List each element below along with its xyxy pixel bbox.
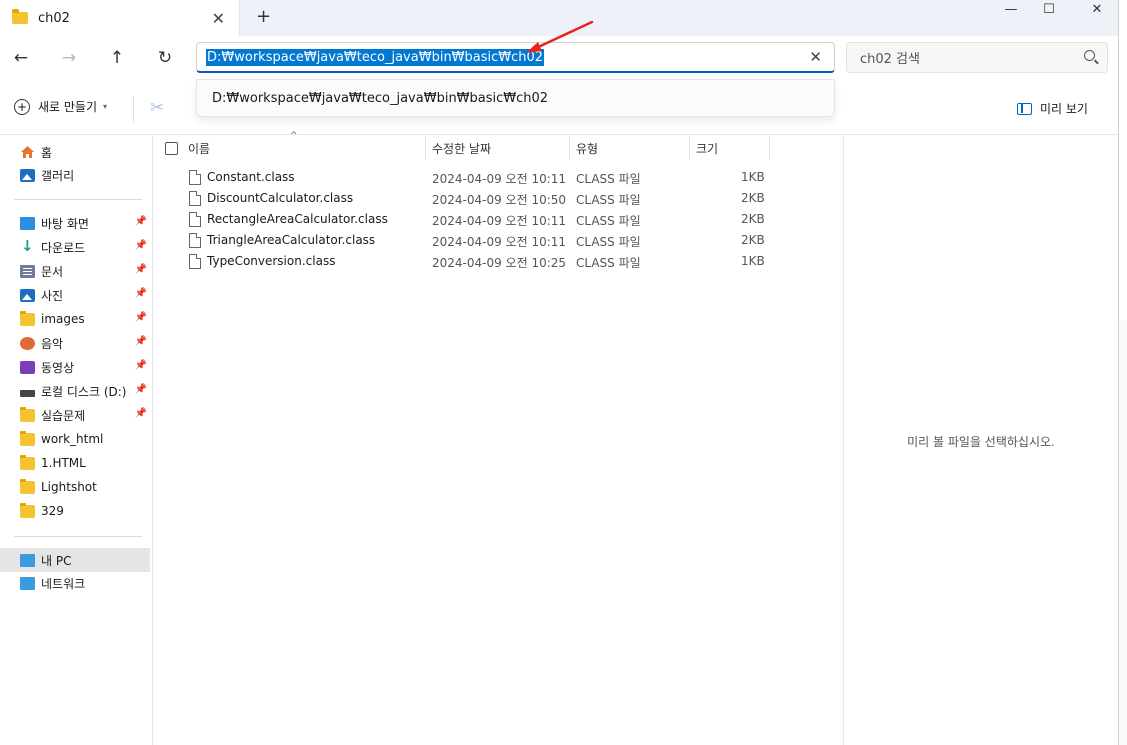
sidebar-divider (14, 199, 142, 200)
toolbar-divider (133, 96, 134, 122)
preview-pane: 미리 볼 파일을 선택하십시오. (843, 136, 1118, 745)
sidebar-item-network[interactable]: 네트워크 (0, 571, 150, 595)
sidebar-item-downloads[interactable]: 다운로드 📌 (0, 235, 150, 259)
refresh-button[interactable]: ↻ (151, 44, 179, 72)
background-window-panel (1119, 320, 1127, 745)
tab-ch02[interactable]: ch02 ✕ (0, 0, 240, 36)
sidebar-item-work-html[interactable]: work_html (0, 427, 150, 451)
file-icon (189, 233, 201, 248)
folder-icon (12, 9, 28, 24)
file-row[interactable]: TypeConversion.class 2024-04-09 오전 10:25… (153, 251, 843, 272)
preview-pane-icon (1017, 102, 1032, 115)
folder-icon (20, 502, 35, 518)
forward-button[interactable]: → (55, 44, 83, 72)
folder-icon (20, 478, 35, 494)
column-divider[interactable] (569, 136, 570, 160)
column-divider[interactable] (769, 136, 770, 160)
sidebar-item-desktop[interactable]: 바탕 화면 📌 (0, 211, 150, 235)
pin-icon[interactable]: 📌 (135, 288, 147, 299)
sidebar-item-music[interactable]: 음악 📌 (0, 331, 150, 355)
sidebar-item-pictures[interactable]: 사진 📌 (0, 283, 150, 307)
sidebar-item-1-html[interactable]: 1.HTML (0, 451, 150, 475)
new-tab-button[interactable]: + (256, 6, 271, 27)
sidebar-item-documents[interactable]: 문서 📌 (0, 259, 150, 283)
sidebar-item-329[interactable]: 329 (0, 499, 150, 523)
close-tab-icon[interactable]: ✕ (212, 9, 225, 28)
file-icon (189, 254, 201, 269)
search-input[interactable]: ch02 검색 (846, 42, 1108, 73)
back-button[interactable]: ← (7, 44, 35, 72)
background-window-edge (1118, 0, 1127, 745)
new-button[interactable]: + 새로 만들기 ▾ (14, 98, 107, 115)
cut-icon[interactable]: ✂ (150, 98, 164, 118)
pin-icon[interactable]: 📌 (135, 384, 147, 395)
sidebar-divider (14, 536, 142, 537)
search-icon (1084, 50, 1095, 61)
column-divider[interactable] (425, 136, 426, 160)
file-icon (189, 191, 201, 206)
sidebar-item-local-disk-d[interactable]: 로컬 디스크 (D:) 📌 (0, 379, 150, 403)
pin-icon[interactable]: 📌 (135, 216, 147, 227)
sidebar-item-practice[interactable]: 실습문제 📌 (0, 403, 150, 427)
folder-icon (20, 406, 35, 422)
chevron-down-icon: ▾ (103, 102, 108, 111)
pin-icon[interactable]: 📌 (135, 240, 147, 251)
network-icon (20, 576, 35, 590)
up-button[interactable]: ↑ (103, 44, 131, 72)
folder-icon (20, 430, 35, 446)
file-icon (189, 212, 201, 227)
file-icon (189, 170, 201, 185)
pin-icon[interactable]: 📌 (135, 408, 147, 419)
file-row[interactable]: Constant.class 2024-04-09 오전 10:11 CLASS… (153, 167, 843, 188)
pin-icon[interactable]: 📌 (135, 312, 147, 323)
maximize-button[interactable]: ☐ (1026, 0, 1072, 18)
column-header-size[interactable]: 크기 (696, 136, 718, 160)
plus-icon: + (14, 98, 30, 115)
select-all-checkbox[interactable] (165, 142, 178, 155)
sidebar-item-videos[interactable]: 동영상 📌 (0, 355, 150, 379)
sidebar-item-lightshot[interactable]: Lightshot (0, 475, 150, 499)
home-icon (20, 145, 35, 159)
gallery-icon (20, 168, 35, 182)
pin-icon[interactable]: 📌 (135, 336, 147, 347)
video-icon (20, 360, 35, 374)
clear-address-icon[interactable]: ✕ (809, 48, 822, 66)
documents-icon (20, 264, 35, 278)
file-row[interactable]: TriangleAreaCalculator.class 2024-04-09 … (153, 230, 843, 251)
file-row[interactable]: DiscountCalculator.class 2024-04-09 오전 1… (153, 188, 843, 209)
download-icon (20, 237, 35, 255)
address-input[interactable]: D:₩workspace₩java₩teco_java₩bin₩basic₩ch… (196, 42, 835, 73)
sidebar-item-gallery[interactable]: 갤러리 (0, 163, 150, 187)
sidebar-item-this-pc[interactable]: 내 PC (0, 548, 150, 572)
column-header-name[interactable]: 이름 (188, 136, 210, 160)
column-header-modified[interactable]: 수정한 날짜 (432, 136, 491, 160)
sidebar-item-home[interactable]: 홈 (0, 140, 150, 164)
search-placeholder: ch02 검색 (860, 52, 920, 67)
desktop-icon (20, 216, 35, 230)
computer-icon (20, 553, 35, 567)
pin-icon[interactable]: 📌 (135, 360, 147, 371)
sidebar-item-images[interactable]: images 📌 (0, 307, 150, 331)
tab-title: ch02 (38, 10, 70, 26)
file-row[interactable]: RectangleAreaCalculator.class 2024-04-09… (153, 209, 843, 230)
annotation-arrow-icon (526, 20, 594, 53)
navigation-pane: 홈 갤러리 바탕 화면 📌 다운로드 📌 문서 📌 사진 📌 images 📌 … (0, 136, 153, 745)
address-suggestion[interactable]: D:₩workspace₩java₩teco_java₩bin₩basic₩ch… (196, 79, 835, 117)
pictures-icon (20, 288, 35, 302)
column-header-type[interactable]: 유형 (576, 136, 598, 160)
address-path-selected[interactable]: D:₩workspace₩java₩teco_java₩bin₩basic₩ch… (206, 48, 545, 66)
folder-icon (20, 310, 35, 326)
preview-button[interactable]: 미리 보기 (1017, 100, 1088, 117)
drive-icon (20, 389, 35, 397)
preview-message: 미리 볼 파일을 선택하십시오. (907, 435, 1055, 449)
sort-ascending-icon: ^ (290, 131, 298, 141)
music-icon (20, 336, 35, 350)
pin-icon[interactable]: 📌 (135, 264, 147, 275)
folder-icon (20, 454, 35, 470)
close-window-button[interactable]: ✕ (1074, 0, 1120, 18)
column-divider[interactable] (689, 136, 690, 160)
